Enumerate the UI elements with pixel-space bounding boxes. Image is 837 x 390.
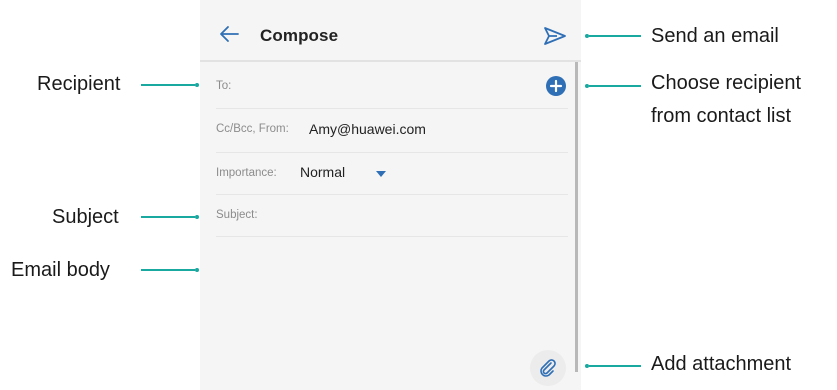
app-bar: Compose	[200, 0, 581, 62]
send-icon[interactable]	[543, 26, 567, 46]
caret-down-icon[interactable]	[375, 170, 387, 178]
paperclip-icon	[540, 359, 556, 377]
subject-callout-dot	[195, 215, 199, 219]
from-address: Amy@huawei.com	[309, 121, 426, 137]
contact-callout-line	[589, 85, 641, 87]
add-recipient-icon[interactable]	[545, 75, 567, 97]
body-callout-line	[141, 269, 195, 271]
importance-label: Importance:	[216, 167, 277, 179]
email-body-area[interactable]	[216, 238, 568, 346]
subject-callout-line	[141, 216, 195, 218]
send-annotation: Send an email	[651, 25, 779, 47]
attachment-annotation: Add attachment	[651, 353, 792, 375]
scrollbar[interactable]	[575, 62, 578, 372]
attachment-button[interactable]	[530, 350, 566, 386]
body-callout-dot	[195, 268, 199, 272]
importance-field[interactable]: Importance: Normal	[216, 152, 568, 195]
attach-callout-line	[589, 365, 641, 367]
recipient-callout-line	[141, 84, 195, 86]
back-arrow-icon[interactable]	[218, 24, 240, 44]
to-field[interactable]: To:	[216, 62, 568, 109]
contact-annotation-line2: from contact list	[651, 105, 792, 127]
contact-annotation-line1: Choose recipient	[651, 72, 802, 94]
subject-label: Subject:	[216, 209, 258, 221]
to-label: To:	[216, 80, 232, 92]
recipient-annotation: Recipient	[37, 73, 121, 95]
importance-value[interactable]: Normal	[300, 164, 345, 180]
ccbcc-from-field[interactable]: Cc/Bcc, From: Amy@huawei.com	[216, 108, 568, 153]
subject-field[interactable]: Subject:	[216, 194, 568, 237]
page-title: Compose	[260, 26, 339, 45]
compose-screen: Compose To: Cc/Bcc, From: Amy@huawei.com…	[200, 0, 581, 390]
ccbcc-label: Cc/Bcc, From:	[216, 123, 289, 135]
recipient-callout-dot	[195, 83, 199, 87]
screenshot-canvas: Compose To: Cc/Bcc, From: Amy@huawei.com…	[0, 0, 837, 390]
send-callout-line	[589, 35, 641, 37]
subject-annotation: Subject	[52, 206, 119, 228]
body-annotation: Email body	[11, 259, 110, 281]
